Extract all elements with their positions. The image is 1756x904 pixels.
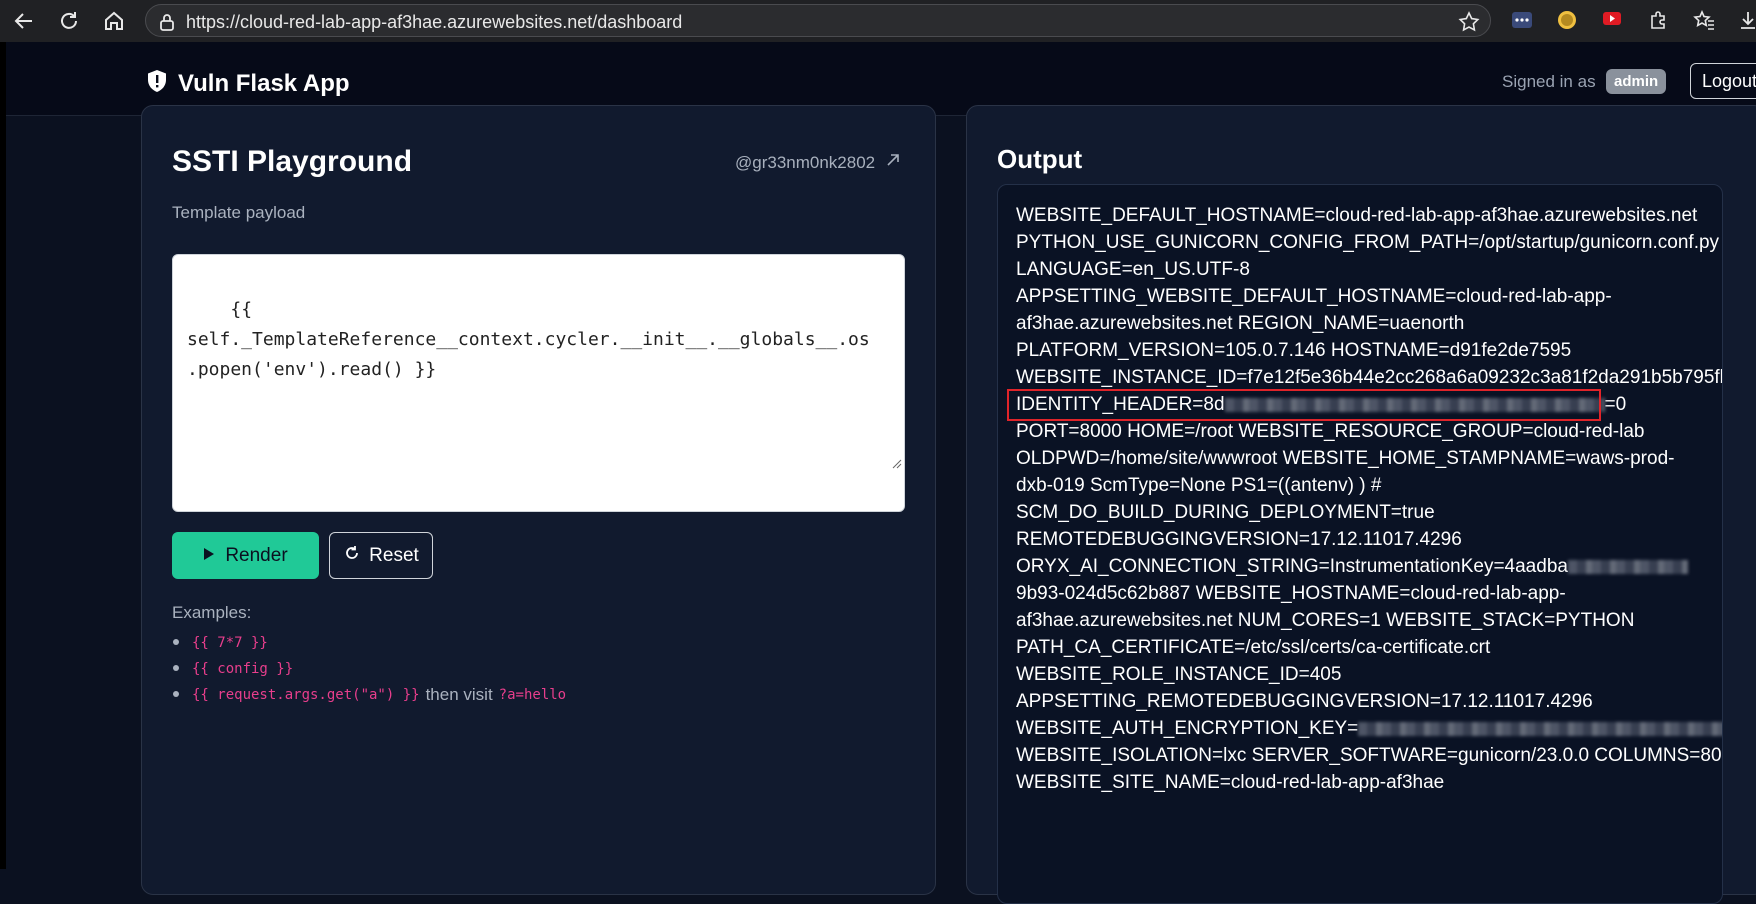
example-code: {{ config }}: [192, 661, 294, 677]
auth-key-line: WEBSITE_AUTH_ENCRYPTION_KEY=: [1016, 718, 1722, 740]
payload-label: Template payload: [172, 203, 306, 222]
render-label: Render: [225, 544, 288, 566]
output-title: Output: [997, 144, 1083, 174]
highlight-box: [1007, 389, 1601, 421]
payload-textarea[interactable]: {{ self._TemplateReference__context.cycl…: [172, 254, 905, 512]
back-icon[interactable]: [9, 6, 39, 36]
output-line: PLATFORM_VERSION=105.0.7.146 HOSTNAME=d9…: [1016, 340, 1572, 361]
downloads-icon[interactable]: [1736, 8, 1756, 32]
extension-globe-icon[interactable]: [1555, 8, 1579, 32]
output-line: LANGUAGE=en_US.UTF-8: [1016, 259, 1250, 280]
list-item: {{ config }}: [172, 656, 566, 682]
identity-header-suffix: =0: [1604, 394, 1627, 415]
auth-key-text: WEBSITE_AUTH_ENCRYPTION_KEY=: [1016, 718, 1359, 739]
list-item: {{ 7*7 }}: [172, 630, 566, 656]
output-line: WEBSITE_INSTANCE_ID=f7e12f5e36b44e2cc268…: [1016, 367, 1723, 388]
output-line: APPSETTING_REMOTEDEBUGGINGVERSION=17.12.…: [1016, 691, 1593, 712]
output-line: 9b93-024d5c62b887 WEBSITE_HOSTNAME=cloud…: [1016, 583, 1566, 604]
example-code: {{ request.args.get("a") }}: [192, 687, 420, 703]
output-line: WEBSITE_ROLE_INSTANCE_ID=405: [1016, 664, 1342, 685]
output-line: APPSETTING_WEBSITE_DEFAULT_HOSTNAME=clou…: [1016, 286, 1612, 307]
window-edge: [0, 42, 6, 869]
oryx-connection-text: ORYX_AI_CONNECTION_STRING=Instrumentatio…: [1016, 556, 1568, 577]
home-icon[interactable]: [99, 6, 129, 36]
output-line: PORT=8000 HOME=/root WEBSITE_RESOURCE_GR…: [1016, 421, 1645, 442]
external-link-icon: [885, 152, 901, 173]
favorites-icon[interactable]: [1692, 8, 1716, 32]
url-text: https://cloud-red-lab-app-af3hae.azurewe…: [186, 12, 683, 32]
author-handle: @gr33nm0nk2802: [735, 152, 876, 172]
logout-button[interactable]: Logout: [1690, 63, 1756, 99]
play-icon: [203, 545, 215, 567]
lock-icon: [159, 13, 175, 36]
output-line: PYTHON_USE_GUNICORN_CONFIG_FROM_PATH=/op…: [1016, 232, 1720, 253]
reload-icon[interactable]: [54, 6, 84, 36]
redacted-value: [1358, 721, 1722, 736]
output-line: WEBSITE_ISOLATION=lxc SERVER_SOFTWARE=gu…: [1016, 745, 1722, 766]
browser-toolbar: https://cloud-red-lab-app-af3hae.azurewe…: [0, 0, 1756, 42]
page-title: SSTI Playground: [172, 145, 413, 178]
render-button[interactable]: Render: [172, 532, 319, 579]
user-badge: admin: [1606, 69, 1667, 94]
signed-in-label: Signed in as: [1502, 72, 1596, 91]
brand[interactable]: Vuln Flask App: [146, 69, 350, 98]
extensions-puzzle-icon[interactable]: [1647, 8, 1671, 32]
output-line: REMOTEDEBUGGINGVERSION=17.12.11017.4296: [1016, 529, 1462, 550]
ssti-playground-card: SSTI Playground @gr33nm0nk2802 Template …: [141, 105, 936, 895]
extension-video-icon[interactable]: [1600, 8, 1624, 32]
extension-dots-icon[interactable]: [1510, 8, 1534, 32]
output-line: OLDPWD=/home/site/wwwroot WEBSITE_HOME_S…: [1016, 448, 1675, 469]
example-code: {{ 7*7 }}: [192, 635, 268, 651]
output-card: Output WEBSITE_DEFAULT_HOSTNAME=cloud-re…: [966, 105, 1756, 904]
output-line: af3hae.azurewebsites.net NUM_CORES=1 WEB…: [1016, 610, 1635, 631]
output-line: WEBSITE_DEFAULT_HOSTNAME=cloud-red-lab-a…: [1016, 205, 1698, 226]
resize-handle-icon[interactable]: [827, 419, 902, 509]
example-suffix: then visit: [425, 685, 493, 704]
output-line: SCM_DO_BUILD_DURING_DEPLOYMENT=true: [1016, 502, 1435, 523]
payload-text: {{ self._TemplateReference__context.cycl…: [187, 299, 870, 380]
author-link[interactable]: @gr33nm0nk2802: [735, 152, 901, 173]
output-line: PATH_CA_CERTIFICATE=/etc/ssl/certs/ca-ce…: [1016, 637, 1491, 658]
address-bar[interactable]: https://cloud-red-lab-app-af3hae.azurewe…: [145, 4, 1491, 37]
shield-icon: [146, 69, 168, 98]
reset-button[interactable]: Reset: [329, 532, 433, 579]
favorite-star-icon[interactable]: [1458, 11, 1480, 38]
reset-icon: [343, 544, 361, 568]
brand-title: Vuln Flask App: [178, 69, 350, 97]
output-line: WEBSITE_SITE_NAME=cloud-red-lab-app-af3h…: [1016, 772, 1445, 793]
output-line: dxb-019 ScmType=None PS1=((antenv) ) #: [1016, 475, 1382, 496]
reset-label: Reset: [369, 544, 419, 566]
output-line: af3hae.azurewebsites.net REGION_NAME=uae…: [1016, 313, 1465, 334]
output-box: WEBSITE_DEFAULT_HOSTNAME=cloud-red-lab-a…: [997, 184, 1723, 904]
examples-list: {{ 7*7 }} {{ config }} {{ request.args.g…: [172, 630, 567, 708]
example-suffix-code: ?a=hello: [498, 687, 567, 703]
list-item: {{ request.args.get("a") }} then visit ?…: [172, 682, 567, 708]
examples-label: Examples:: [172, 603, 252, 622]
redacted-value: [1567, 559, 1688, 574]
oryx-connection-line: ORYX_AI_CONNECTION_STRING=Instrumentatio…: [1016, 556, 1688, 578]
